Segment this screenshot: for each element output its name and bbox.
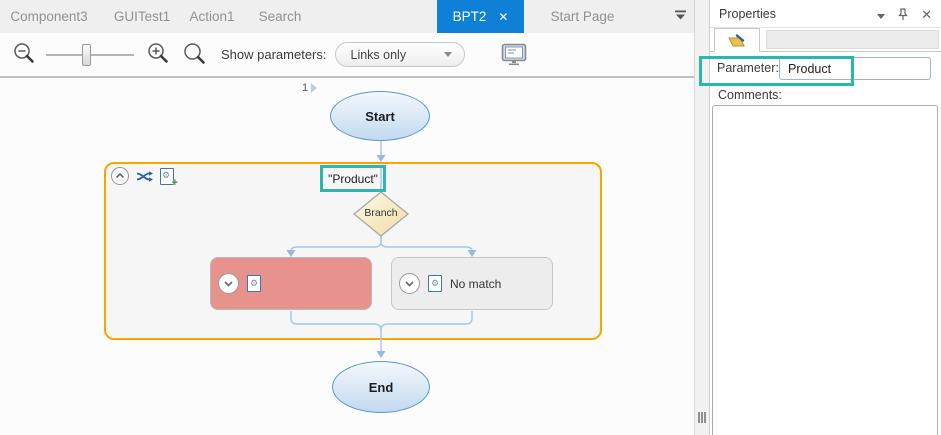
- dropdown-value: Links only: [351, 48, 407, 62]
- step-document-icon: ⚙: [428, 275, 442, 292]
- tab-component3[interactable]: Component3: [0, 0, 98, 33]
- no-match-step-node[interactable]: ⚙ No match: [391, 257, 553, 310]
- pin-button[interactable]: [898, 8, 908, 21]
- end-node[interactable]: End: [332, 361, 430, 413]
- end-label: End: [369, 380, 394, 395]
- tab-bpt2-active[interactable]: BPT2 ✕: [437, 0, 524, 33]
- panel-tabstrip: [710, 28, 941, 52]
- parameter-input[interactable]: [779, 57, 931, 80]
- comments-textarea[interactable]: [712, 105, 938, 435]
- parameter-row: Parameter:: [710, 52, 941, 87]
- step-label: No match: [450, 277, 501, 291]
- branch-node-label: Branch: [352, 207, 410, 219]
- tab-overflow-button[interactable]: [672, 6, 689, 28]
- show-parameters-label: Show parameters:: [221, 47, 327, 62]
- tabbar-spacer: [322, 0, 437, 33]
- tab-label: BPT2: [453, 9, 487, 24]
- flow-canvas[interactable]: ⚙ +: [0, 78, 694, 435]
- gear-icon: ⚙: [431, 279, 439, 288]
- start-label: Start: [365, 109, 395, 124]
- zoom-slider-handle[interactable]: [82, 44, 91, 66]
- expand-step-button[interactable]: [399, 273, 420, 294]
- parameter-tab[interactable]: [714, 28, 760, 52]
- gear-icon: ⚙: [162, 171, 170, 180]
- tab-label: Action1: [189, 9, 234, 24]
- collapse-group-button[interactable]: [111, 167, 129, 185]
- close-button[interactable]: ✕: [921, 8, 932, 21]
- panel-splitter[interactable]: [695, 0, 709, 435]
- splitter-grip-icon[interactable]: [698, 412, 706, 423]
- tab-search[interactable]: Search: [238, 0, 322, 33]
- step-document-icon: ⚙: [247, 275, 261, 292]
- tab-action1[interactable]: Action1: [186, 0, 238, 33]
- flow-order-badge: 1: [302, 82, 317, 94]
- screen-button[interactable]: [501, 43, 528, 66]
- magnifier-plus-icon: [146, 42, 172, 67]
- gear-icon: ⚙: [250, 279, 258, 288]
- flag-icon: [311, 83, 317, 93]
- parameter-label: Parameter:: [717, 61, 779, 75]
- panel-menu-button[interactable]: [877, 14, 885, 19]
- editor-column: Component3 GUITest1 Action1 Search BPT2 …: [0, 0, 695, 435]
- start-node[interactable]: Start: [330, 91, 430, 141]
- zoom-slider[interactable]: [46, 43, 134, 67]
- zoom-out-button[interactable]: [12, 42, 38, 67]
- link-condition-text: "Product": [328, 172, 378, 186]
- close-icon[interactable]: ✕: [498, 11, 508, 23]
- add-step-button[interactable]: ⚙ +: [160, 168, 174, 185]
- magnifier-icon: [182, 42, 207, 67]
- tab-guitest1[interactable]: GUITest1: [98, 0, 186, 33]
- properties-panel: Properties ✕ Parameter: Comments:: [709, 0, 941, 435]
- document-tabbar: Component3 GUITest1 Action1 Search BPT2 …: [0, 0, 694, 33]
- tabstrip-empty-area: [766, 30, 939, 49]
- failed-step-node[interactable]: ⚙: [210, 257, 372, 310]
- tab-label: GUITest1: [114, 9, 170, 24]
- flow-number: 1: [302, 82, 308, 94]
- magnifier-button[interactable]: [182, 42, 207, 67]
- show-parameters-dropdown[interactable]: Links only: [335, 42, 465, 67]
- tab-label: Component3: [10, 9, 87, 24]
- tab-label: Start Page: [551, 9, 615, 24]
- tab-label: Search: [259, 9, 302, 24]
- branch-group-header: ⚙ +: [111, 167, 174, 185]
- branch-shuffle-icon: [136, 170, 153, 183]
- canvas-toolbar: Show parameters: Links only: [0, 33, 694, 78]
- zoom-in-button[interactable]: [146, 42, 172, 67]
- application-window: Component3 GUITest1 Action1 Search BPT2 …: [0, 0, 941, 435]
- chevron-down-icon: [444, 52, 452, 57]
- comments-label: Comments:: [718, 88, 782, 102]
- parameter-tab-icon: [728, 34, 746, 47]
- magnifier-minus-icon: [12, 42, 38, 67]
- plus-icon: +: [172, 178, 178, 189]
- chevron-down-icon: [674, 9, 687, 21]
- panel-header-icons: ✕: [877, 8, 932, 21]
- chevron-down-icon: [221, 276, 236, 291]
- panel-title: Properties: [719, 7, 776, 21]
- chevron-down-icon: [402, 276, 417, 291]
- screen-icon: [501, 43, 528, 66]
- chevron-up-icon: [113, 169, 127, 183]
- tab-start-page[interactable]: Start Page: [524, 0, 641, 33]
- link-condition-label[interactable]: "Product": [320, 165, 386, 192]
- expand-step-button[interactable]: [218, 273, 239, 294]
